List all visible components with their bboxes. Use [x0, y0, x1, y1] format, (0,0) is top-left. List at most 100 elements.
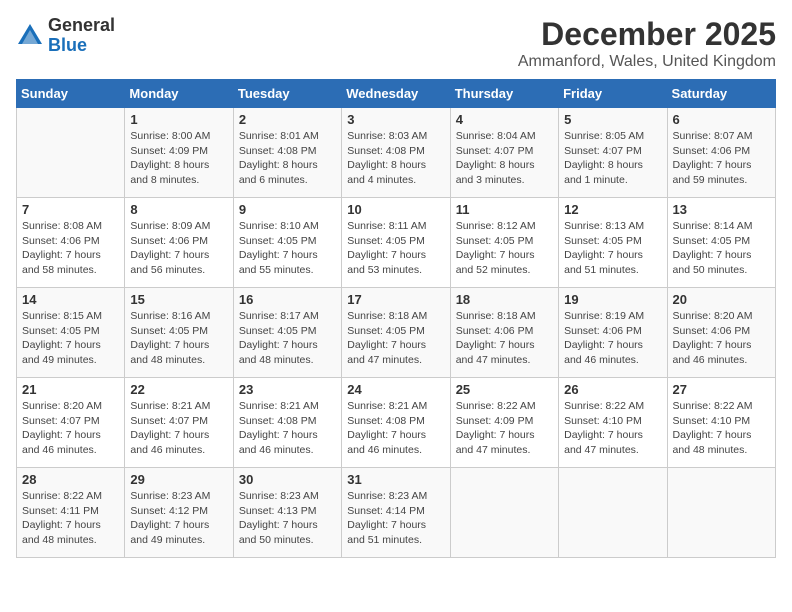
day-number: 25	[456, 382, 553, 397]
weekday-header-cell: Thursday	[450, 80, 558, 108]
calendar-week-row: 28 Sunrise: 8:22 AMSunset: 4:11 PMDayligh…	[17, 468, 776, 558]
logo: General Blue	[16, 16, 115, 56]
weekday-header-cell: Saturday	[667, 80, 775, 108]
logo-text: General Blue	[48, 16, 115, 56]
day-info: Sunrise: 8:04 AMSunset: 4:07 PMDaylight:…	[456, 129, 553, 188]
calendar-day-cell: 4 Sunrise: 8:04 AMSunset: 4:07 PMDaylight…	[450, 108, 558, 198]
day-info: Sunrise: 8:19 AMSunset: 4:06 PMDaylight:…	[564, 309, 661, 368]
day-number: 1	[130, 112, 227, 127]
calendar-table: SundayMondayTuesdayWednesdayThursdayFrid…	[16, 79, 776, 558]
day-info: Sunrise: 8:15 AMSunset: 4:05 PMDaylight:…	[22, 309, 119, 368]
calendar-day-cell: 16 Sunrise: 8:17 AMSunset: 4:05 PMDayligh…	[233, 288, 341, 378]
calendar-day-cell: 29 Sunrise: 8:23 AMSunset: 4:12 PMDayligh…	[125, 468, 233, 558]
calendar-day-cell: 22Sunrise: 8:21 AMSunset: 4:07 PMDayligh…	[125, 378, 233, 468]
day-number: 17	[347, 292, 444, 307]
day-number: 15	[130, 292, 227, 307]
day-info: Sunrise: 8:16 AMSunset: 4:05 PMDaylight:…	[130, 309, 227, 368]
day-number: 24	[347, 382, 444, 397]
calendar-day-cell: 2 Sunrise: 8:01 AMSunset: 4:08 PMDaylight…	[233, 108, 341, 198]
calendar-day-cell: 7 Sunrise: 8:08 AMSunset: 4:06 PMDaylight…	[17, 198, 125, 288]
calendar-day-cell: 28 Sunrise: 8:22 AMSunset: 4:11 PMDayligh…	[17, 468, 125, 558]
weekday-header-cell: Tuesday	[233, 80, 341, 108]
day-number: 4	[456, 112, 553, 127]
day-number: 20	[673, 292, 770, 307]
month-title: December 2025	[518, 16, 776, 53]
calendar-day-cell: 31 Sunrise: 8:23 AMSunset: 4:14 PMDayligh…	[342, 468, 450, 558]
day-info: Sunrise: 8:20 AMSunset: 4:06 PMDaylight:…	[673, 309, 770, 368]
day-number: 3	[347, 112, 444, 127]
day-number: 31	[347, 472, 444, 487]
day-info: Sunrise: 8:22 AMSunset: 4:09 PMDaylight:…	[456, 399, 553, 458]
day-info: Sunrise: 8:12 AMSunset: 4:05 PMDaylight:…	[456, 219, 553, 278]
day-info: Sunrise: 8:07 AMSunset: 4:06 PMDaylight:…	[673, 129, 770, 188]
day-number: 13	[673, 202, 770, 217]
calendar-day-cell: 23 Sunrise: 8:21 AMSunset: 4:08 PMDayligh…	[233, 378, 341, 468]
calendar-day-cell: 25 Sunrise: 8:22 AMSunset: 4:09 PMDayligh…	[450, 378, 558, 468]
calendar-day-cell: 27Sunrise: 8:22 AMSunset: 4:10 PMDayligh…	[667, 378, 775, 468]
day-number: 29	[130, 472, 227, 487]
day-info: Sunrise: 8:13 AMSunset: 4:05 PMDaylight:…	[564, 219, 661, 278]
calendar-day-cell: 15 Sunrise: 8:16 AMSunset: 4:05 PMDayligh…	[125, 288, 233, 378]
day-number: 12	[564, 202, 661, 217]
day-info: Sunrise: 8:22 AMSunset: 4:11 PMDaylight:…	[22, 489, 119, 548]
calendar-body: 1Sunrise: 8:00 AMSunset: 4:09 PMDaylight…	[17, 108, 776, 558]
day-number: 27	[673, 382, 770, 397]
day-info: Sunrise: 8:03 AMSunset: 4:08 PMDaylight:…	[347, 129, 444, 188]
day-info: Sunrise: 8:23 AMSunset: 4:13 PMDaylight:…	[239, 489, 336, 548]
day-info: Sunrise: 8:21 AMSunset: 4:07 PMDaylight:…	[130, 399, 227, 458]
day-info: Sunrise: 8:05 AMSunset: 4:07 PMDaylight:…	[564, 129, 661, 188]
calendar-week-row: 7 Sunrise: 8:08 AMSunset: 4:06 PMDaylight…	[17, 198, 776, 288]
logo-general: General	[48, 15, 115, 35]
weekday-header-row: SundayMondayTuesdayWednesdayThursdayFrid…	[17, 80, 776, 108]
day-number: 26	[564, 382, 661, 397]
day-number: 8	[130, 202, 227, 217]
day-number: 9	[239, 202, 336, 217]
day-number: 6	[673, 112, 770, 127]
day-info: Sunrise: 8:01 AMSunset: 4:08 PMDaylight:…	[239, 129, 336, 188]
day-number: 23	[239, 382, 336, 397]
calendar-day-cell: 12 Sunrise: 8:13 AMSunset: 4:05 PMDayligh…	[559, 198, 667, 288]
calendar-day-cell: 20 Sunrise: 8:20 AMSunset: 4:06 PMDayligh…	[667, 288, 775, 378]
calendar-day-cell: 30 Sunrise: 8:23 AMSunset: 4:13 PMDayligh…	[233, 468, 341, 558]
calendar-week-row: 14 Sunrise: 8:15 AMSunset: 4:05 PMDayligh…	[17, 288, 776, 378]
day-number: 16	[239, 292, 336, 307]
title-block: December 2025 Ammanford, Wales, United K…	[518, 16, 776, 71]
day-number: 2	[239, 112, 336, 127]
calendar-day-cell	[559, 468, 667, 558]
calendar-day-cell: 19Sunrise: 8:19 AMSunset: 4:06 PMDayligh…	[559, 288, 667, 378]
calendar-day-cell: 24 Sunrise: 8:21 AMSunset: 4:08 PMDayligh…	[342, 378, 450, 468]
calendar-day-cell: 3 Sunrise: 8:03 AMSunset: 4:08 PMDaylight…	[342, 108, 450, 198]
weekday-header-cell: Sunday	[17, 80, 125, 108]
calendar-day-cell: 6 Sunrise: 8:07 AMSunset: 4:06 PMDaylight…	[667, 108, 775, 198]
weekday-header-cell: Wednesday	[342, 80, 450, 108]
day-number: 7	[22, 202, 119, 217]
day-number: 14	[22, 292, 119, 307]
day-number: 18	[456, 292, 553, 307]
day-info: Sunrise: 8:21 AMSunset: 4:08 PMDaylight:…	[347, 399, 444, 458]
day-info: Sunrise: 8:18 AMSunset: 4:05 PMDaylight:…	[347, 309, 444, 368]
weekday-header-cell: Monday	[125, 80, 233, 108]
calendar-day-cell: 26 Sunrise: 8:22 AMSunset: 4:10 PMDayligh…	[559, 378, 667, 468]
page-header: General Blue December 2025 Ammanford, Wa…	[16, 16, 776, 71]
day-info: Sunrise: 8:23 AMSunset: 4:12 PMDaylight:…	[130, 489, 227, 548]
calendar-day-cell: 1Sunrise: 8:00 AMSunset: 4:09 PMDaylight…	[125, 108, 233, 198]
day-info: Sunrise: 8:17 AMSunset: 4:05 PMDaylight:…	[239, 309, 336, 368]
day-info: Sunrise: 8:23 AMSunset: 4:14 PMDaylight:…	[347, 489, 444, 548]
day-info: Sunrise: 8:22 AMSunset: 4:10 PMDaylight:…	[564, 399, 661, 458]
day-number: 10	[347, 202, 444, 217]
day-info: Sunrise: 8:08 AMSunset: 4:06 PMDaylight:…	[22, 219, 119, 278]
calendar-week-row: 21Sunrise: 8:20 AMSunset: 4:07 PMDayligh…	[17, 378, 776, 468]
day-number: 28	[22, 472, 119, 487]
location-subtitle: Ammanford, Wales, United Kingdom	[518, 53, 776, 71]
day-info: Sunrise: 8:11 AMSunset: 4:05 PMDaylight:…	[347, 219, 444, 278]
calendar-day-cell: 14 Sunrise: 8:15 AMSunset: 4:05 PMDayligh…	[17, 288, 125, 378]
day-number: 21	[22, 382, 119, 397]
logo-icon	[16, 22, 44, 50]
day-info: Sunrise: 8:18 AMSunset: 4:06 PMDaylight:…	[456, 309, 553, 368]
day-number: 30	[239, 472, 336, 487]
calendar-day-cell: 13Sunrise: 8:14 AMSunset: 4:05 PMDayligh…	[667, 198, 775, 288]
day-info: Sunrise: 8:21 AMSunset: 4:08 PMDaylight:…	[239, 399, 336, 458]
calendar-week-row: 1Sunrise: 8:00 AMSunset: 4:09 PMDaylight…	[17, 108, 776, 198]
calendar-day-cell: 17 Sunrise: 8:18 AMSunset: 4:05 PMDayligh…	[342, 288, 450, 378]
day-number: 11	[456, 202, 553, 217]
